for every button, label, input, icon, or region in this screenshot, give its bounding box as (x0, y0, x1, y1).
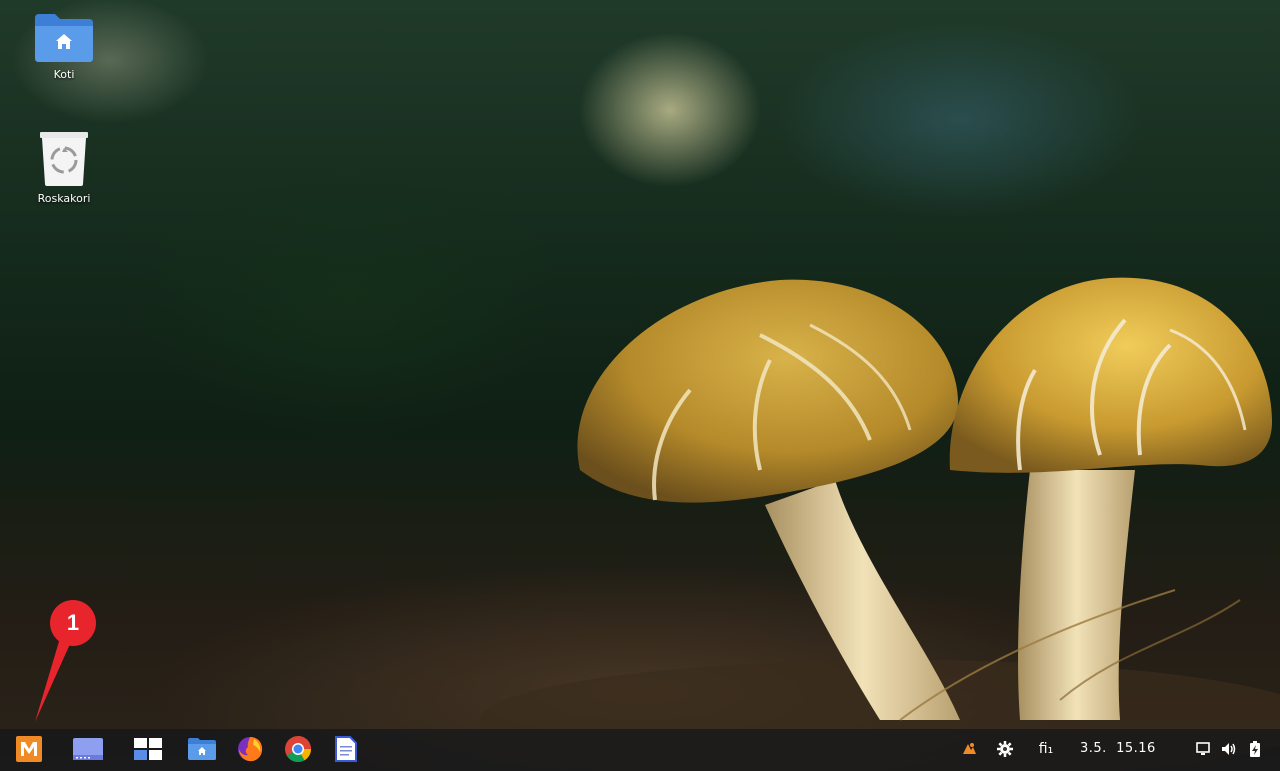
battery-charging-icon (1250, 741, 1260, 757)
desktop: Koti Roskakori 1 fi₁ 3.5. 15.16 (0, 0, 1280, 771)
clock[interactable]: 3.5. 15.16 (1080, 729, 1156, 769)
chrome-button[interactable] (278, 729, 318, 769)
show-desktop-icon (73, 738, 103, 760)
app-menu-button[interactable] (9, 729, 49, 769)
volume-icon (1222, 743, 1236, 755)
desktop-icon-home[interactable]: Koti (24, 12, 104, 81)
show-desktop-button[interactable] (68, 729, 108, 769)
firefox-button[interactable] (230, 729, 270, 769)
tray-settings-button[interactable] (996, 729, 1016, 769)
desktop-icon-label: Koti (53, 68, 75, 81)
workspace-switcher-icon (134, 738, 162, 760)
text-editor-button[interactable] (326, 729, 366, 769)
file-manager-button[interactable] (182, 729, 222, 769)
tray-app-icon (960, 740, 978, 758)
tray-display-button[interactable] (1196, 729, 1212, 769)
gear-icon (997, 741, 1013, 757)
keyboard-layout-indicator[interactable]: fi₁ (1032, 729, 1060, 769)
chrome-icon (285, 736, 312, 763)
tray-battery-button[interactable] (1250, 729, 1264, 769)
desktop-icon-label: Roskakori (37, 192, 91, 205)
display-icon (1196, 742, 1210, 755)
desktop-icon-trash[interactable]: Roskakori (24, 130, 104, 205)
text-editor-icon (335, 736, 357, 762)
firefox-icon (238, 737, 263, 762)
home-folder-icon (35, 14, 93, 62)
workspace-switcher-button[interactable] (128, 729, 168, 769)
annotation-number: 1 (66, 610, 80, 635)
app-menu-icon (16, 736, 42, 762)
tray-volume-button[interactable] (1221, 729, 1239, 769)
mushroom-wallpaper (480, 277, 1280, 771)
tray-app-indicator[interactable] (960, 729, 980, 769)
trash-icon (40, 132, 88, 186)
file-manager-icon (188, 738, 216, 760)
